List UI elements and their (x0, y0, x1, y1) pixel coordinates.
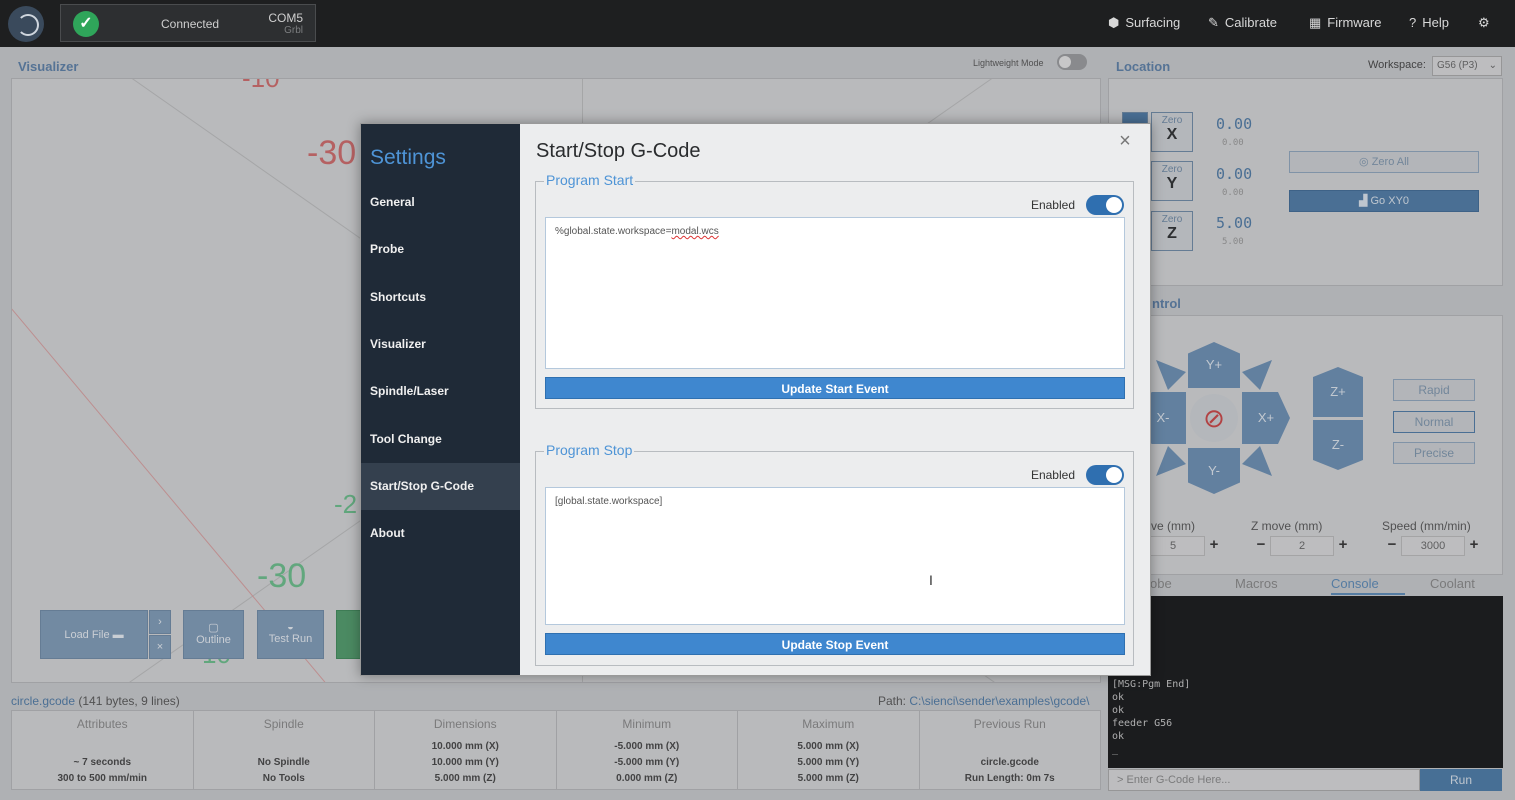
sidebar-item-start-stop-gcode[interactable]: Start/Stop G-Code (361, 463, 520, 510)
nav-help[interactable]: ? Help (1409, 15, 1449, 30)
firmware-icon: ▦ (1309, 15, 1322, 30)
nav-calibrate[interactable]: ✎ Calibrate (1208, 15, 1277, 31)
program-start-legend: Program Start (544, 172, 636, 188)
connection-widget[interactable]: ✓ Connected COM5 Grbl (60, 4, 316, 42)
program-start-section: Program Start Enabled %global.state.work… (535, 172, 1134, 409)
update-stop-event-button[interactable]: Update Stop Event (545, 633, 1125, 655)
settings-gear-icon[interactable]: ⚙ (1478, 15, 1490, 31)
sidebar-item-tool-change[interactable]: Tool Change (361, 416, 520, 463)
connection-port: COM5 (268, 11, 303, 25)
connection-firmware: Grbl (284, 25, 303, 36)
text-cursor-icon: I (929, 572, 933, 588)
start-gcode-textarea[interactable]: %global.state.workspace=modal.wcs (545, 217, 1125, 369)
program-stop-section: Program Stop Enabled [global.state.works… (535, 442, 1134, 666)
stop-enabled-toggle[interactable] (1086, 465, 1124, 485)
calibrate-icon: ✎ (1208, 15, 1219, 30)
sidebar-item-spindle-laser[interactable]: Spindle/Laser (361, 368, 520, 415)
close-icon[interactable]: × (1117, 131, 1133, 151)
settings-title: Settings (370, 146, 446, 169)
start-enabled-toggle[interactable] (1086, 195, 1124, 215)
surfacing-icon: ⬢ (1108, 15, 1120, 30)
sidebar-item-visualizer[interactable]: Visualizer (361, 321, 520, 368)
program-stop-legend: Program Stop (544, 442, 635, 458)
stop-gcode-textarea[interactable]: [global.state.workspace] (545, 487, 1125, 625)
top-bar: ✓ Connected COM5 Grbl ⬢ Surfacing ✎ Calibr… (0, 0, 1515, 47)
settings-modal: Settings General Probe Shortcuts Visuali… (360, 123, 1151, 676)
start-enabled-label: Enabled (1030, 198, 1075, 212)
app-logo (8, 6, 44, 42)
update-start-event-button[interactable]: Update Start Event (545, 377, 1125, 399)
nav-firmware[interactable]: ▦ Firmware (1309, 15, 1381, 31)
sidebar-item-general[interactable]: General (361, 179, 520, 226)
connected-check-icon: ✓ (73, 11, 99, 37)
sidebar-item-shortcuts[interactable]: Shortcuts (361, 274, 520, 321)
connection-status: Connected (161, 17, 220, 31)
sidebar-item-about[interactable]: About (361, 510, 520, 557)
content-title: Start/Stop G-Code (536, 140, 701, 162)
sidebar-item-probe[interactable]: Probe (361, 226, 520, 273)
stop-enabled-label: Enabled (1030, 468, 1075, 482)
nav-surfacing[interactable]: ⬢ Surfacing (1108, 15, 1180, 31)
help-icon: ? (1409, 15, 1417, 30)
settings-sidebar: Settings General Probe Shortcuts Visuali… (361, 124, 520, 675)
